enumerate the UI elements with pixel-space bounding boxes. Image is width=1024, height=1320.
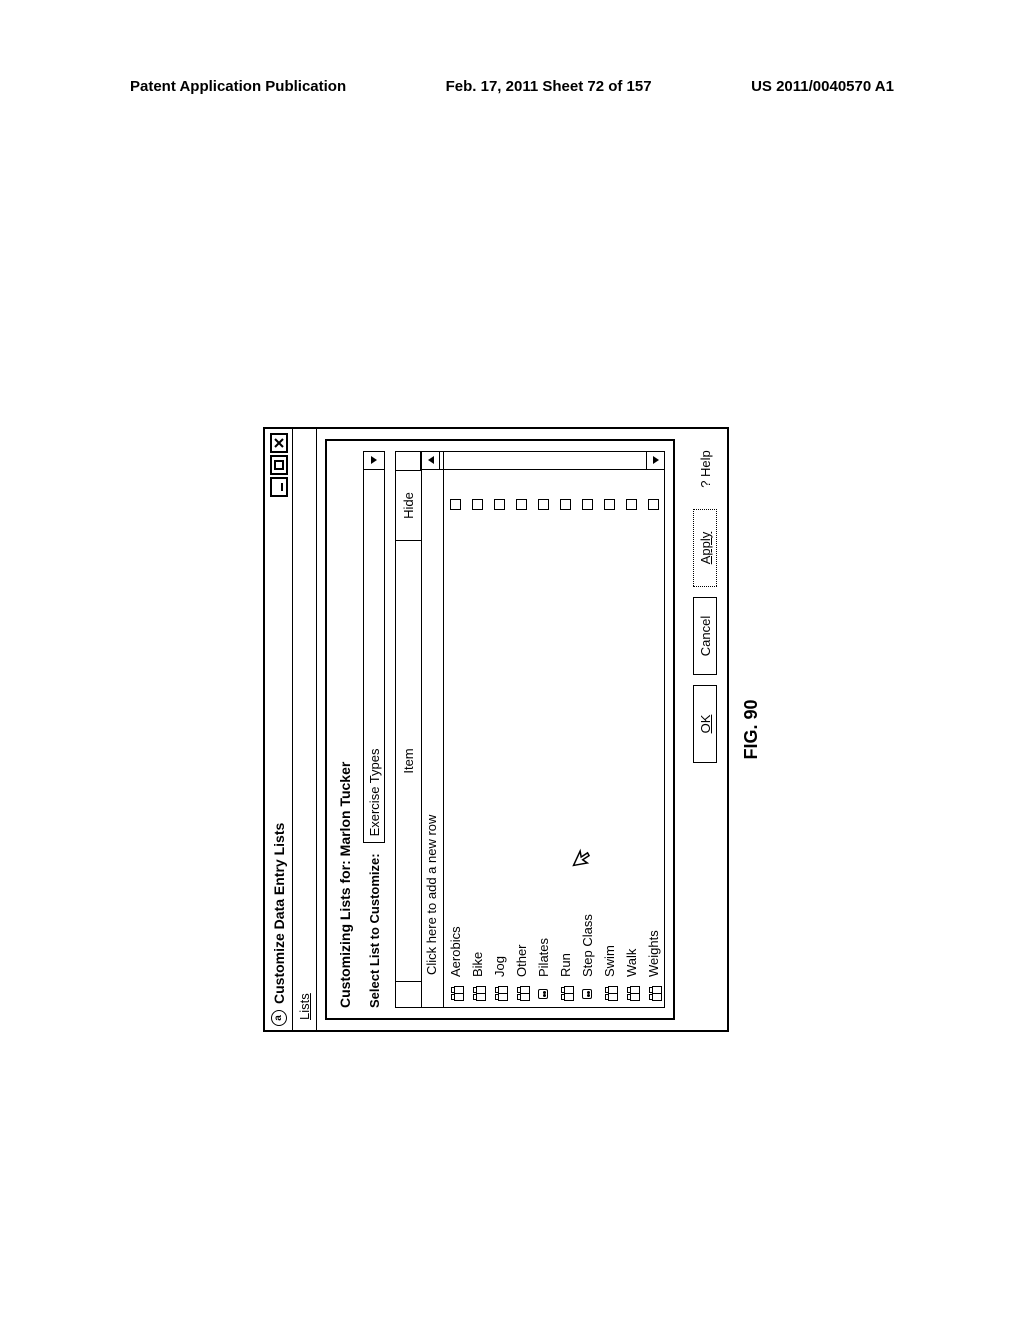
hide-checkbox[interactable] xyxy=(626,470,637,540)
figure-wrap: a Customize Data Entry Lists Lists Custo… xyxy=(263,427,762,1032)
row-icon-double xyxy=(473,981,481,1007)
table-row[interactable]: Jog xyxy=(488,452,510,1007)
content-area: Customizing Lists for: Marlon Tucker Sel… xyxy=(317,429,683,1030)
row-icon-double xyxy=(517,981,525,1007)
row-item-label: Pilates xyxy=(536,540,551,981)
vertical-scrollbar[interactable] xyxy=(422,452,664,470)
table-row[interactable]: Run xyxy=(554,452,576,1007)
table-row[interactable]: Bike xyxy=(466,452,488,1007)
hide-checkbox[interactable] xyxy=(516,470,527,540)
col-icon xyxy=(396,981,421,1007)
scroll-down-button[interactable] xyxy=(646,452,664,469)
row-icon-single xyxy=(582,981,592,1007)
row-item-label: Run xyxy=(558,540,573,981)
scroll-track[interactable] xyxy=(440,452,646,469)
row-icon-double xyxy=(649,981,657,1007)
row-item-label: Bike xyxy=(470,540,485,981)
titlebar: a Customize Data Entry Lists xyxy=(265,429,293,1030)
hide-checkbox[interactable] xyxy=(648,470,659,540)
button-row: OK Cancel Apply ? Help xyxy=(683,429,727,1030)
window-title: Customize Data Entry Lists xyxy=(271,503,287,1004)
table-row[interactable]: Weights xyxy=(642,452,664,1007)
row-item-label: Aerobics xyxy=(448,540,463,981)
header-center: Feb. 17, 2011 Sheet 72 of 157 xyxy=(446,78,652,95)
select-label: Select List to Customize: xyxy=(367,853,382,1008)
row-icon-double xyxy=(495,981,503,1007)
list-select[interactable]: Exercise Types xyxy=(363,451,385,843)
row-icon-double xyxy=(627,981,635,1007)
chevron-down-icon xyxy=(364,452,384,470)
minimize-button[interactable] xyxy=(270,477,288,497)
col-item: Item xyxy=(396,540,421,981)
menubar: Lists xyxy=(293,429,317,1030)
new-row[interactable]: Click here to add a new row xyxy=(422,452,444,1007)
table-row[interactable]: Aerobics xyxy=(444,452,466,1007)
table-row[interactable]: Walk xyxy=(620,452,642,1007)
row-icon-double xyxy=(561,981,569,1007)
hide-checkbox[interactable] xyxy=(604,470,615,540)
row-icon-single xyxy=(538,981,548,1007)
scroll-corner xyxy=(396,452,421,470)
items-grid: Item Hide Click here to add a new row Ae… xyxy=(395,451,665,1008)
row-item-label: Walk xyxy=(624,540,639,981)
row-icon-double xyxy=(605,981,613,1007)
row-item-label: Other xyxy=(514,540,529,981)
header-right: US 2011/0040570 A1 xyxy=(751,78,894,95)
grid-header: Item Hide xyxy=(396,452,422,1007)
row-item-label: Weights xyxy=(646,540,661,981)
select-row: Select List to Customize: Exercise Types xyxy=(363,451,385,1008)
hide-checkbox[interactable] xyxy=(450,470,461,540)
dialog-window: a Customize Data Entry Lists Lists Custo… xyxy=(263,427,729,1032)
table-row[interactable]: Pilates xyxy=(532,452,554,1007)
table-row[interactable]: Other xyxy=(510,452,532,1007)
menu-lists[interactable]: Lists xyxy=(297,993,312,1020)
cancel-button[interactable]: Cancel xyxy=(693,597,717,675)
figure-label: FIG. 90 xyxy=(741,427,762,1032)
header-left: Patent Application Publication xyxy=(130,78,346,95)
row-icon-double xyxy=(451,981,459,1007)
scroll-up-button[interactable] xyxy=(422,452,440,469)
hide-checkbox[interactable] xyxy=(472,470,483,540)
hide-checkbox[interactable] xyxy=(582,470,593,540)
list-select-value: Exercise Types xyxy=(364,470,384,842)
maximize-button[interactable] xyxy=(270,455,288,475)
table-row[interactable]: Step Class xyxy=(576,452,598,1007)
close-button[interactable] xyxy=(270,433,288,453)
grid-body: Click here to add a new row Aerobics Bike… xyxy=(422,452,664,1007)
row-item-label: Swim xyxy=(602,540,617,981)
customize-panel: Customizing Lists for: Marlon Tucker Sel… xyxy=(325,439,675,1020)
row-item-label: Jog xyxy=(492,540,507,981)
ok-button[interactable]: OK xyxy=(693,685,717,763)
new-row-text: Click here to add a new row xyxy=(422,522,443,981)
app-icon: a xyxy=(271,1010,287,1026)
help-button[interactable]: ? Help xyxy=(693,439,717,499)
panel-title: Customizing Lists for: Marlon Tucker xyxy=(337,451,353,1008)
window-controls xyxy=(270,433,288,497)
hide-checkbox[interactable] xyxy=(494,470,505,540)
page-header: Patent Application Publication Feb. 17, … xyxy=(0,78,1024,95)
apply-button[interactable]: Apply xyxy=(693,509,717,587)
hide-checkbox[interactable] xyxy=(560,470,571,540)
row-item-label: Step Class xyxy=(580,540,595,981)
hide-checkbox[interactable] xyxy=(538,470,549,540)
col-hide: Hide xyxy=(396,470,421,540)
table-row[interactable]: Swim xyxy=(598,452,620,1007)
